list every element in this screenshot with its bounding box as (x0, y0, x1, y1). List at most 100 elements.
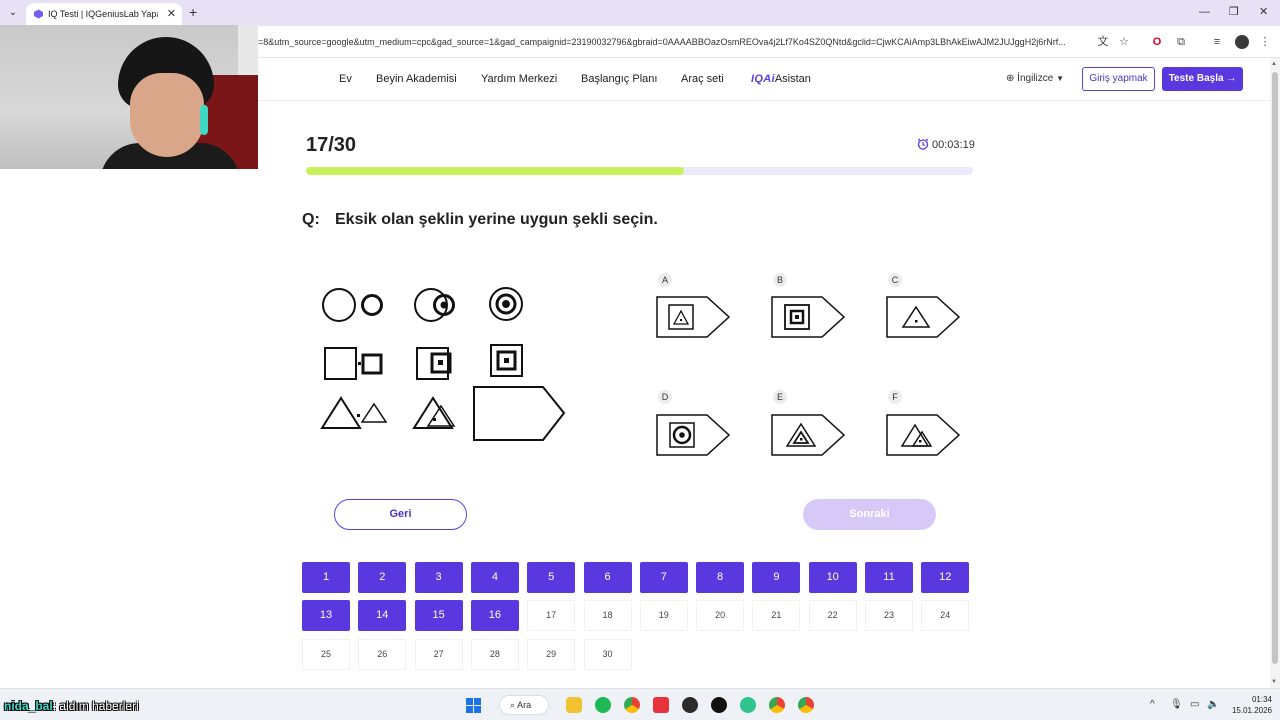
question-nav-13[interactable]: 13 (302, 600, 350, 631)
option-a[interactable] (655, 295, 731, 339)
chrome-icon[interactable] (624, 697, 640, 713)
question-nav-30[interactable]: 30 (583, 639, 632, 670)
refresh-app-icon[interactable] (740, 697, 756, 713)
display-icon[interactable]: ▭ (1190, 699, 1199, 711)
extensions-icon[interactable]: ⧉ (1174, 35, 1188, 49)
translate-icon[interactable]: 文 (1096, 35, 1110, 49)
taskbar-search[interactable]: ⌕ Ara (499, 695, 549, 715)
question-nav-4[interactable]: 4 (470, 562, 519, 593)
bookmark-star-icon[interactable]: ☆ (1117, 35, 1131, 49)
question-nav-2[interactable]: 2 (358, 562, 407, 593)
question-nav-1[interactable]: 1 (302, 562, 350, 593)
progress-bar (306, 167, 973, 175)
nav-start-plan[interactable]: Başlangıç Planı (581, 72, 657, 86)
scroll-up-icon[interactable]: ▲ (1271, 60, 1277, 68)
chat-username: nida_bal (4, 699, 53, 713)
question-nav-10[interactable]: 10 (808, 562, 857, 593)
back-button[interactable]: Geri (334, 499, 467, 530)
option-letter-d: D (658, 390, 672, 404)
alarm-clock-icon (917, 138, 929, 150)
question-nav-21[interactable]: 21 (752, 600, 801, 631)
question-nav-25[interactable]: 25 (302, 639, 350, 670)
puzzle-matrix (320, 287, 566, 441)
tab-title: IQ Testi | IQGeniusLab Yapay Ze (48, 9, 158, 19)
question-nav-7[interactable]: 7 (639, 562, 688, 593)
question-nav-9[interactable]: 9 (752, 562, 801, 593)
question-nav-20[interactable]: 20 (696, 600, 745, 631)
bolt-app-icon[interactable] (653, 697, 669, 713)
option-e[interactable] (770, 413, 846, 457)
question-nav-15[interactable]: 15 (414, 600, 463, 631)
next-button[interactable]: Sonraki (803, 499, 936, 530)
question-nav-3[interactable]: 3 (414, 562, 463, 593)
question-nav-28[interactable]: 28 (470, 639, 519, 670)
tab-close-icon[interactable]: ✕ (167, 7, 176, 21)
address-bar[interactable]: =8&utm_source=google&utm_medium=cpc&gad_… (258, 36, 1088, 48)
nav-iqai-assistant[interactable]: IQAiAsistan (751, 72, 811, 86)
question-text: Eksik olan şeklin yerine uygun şekli seç… (335, 211, 658, 228)
nav-brain-academy[interactable]: Beyin Akademisi (376, 72, 457, 86)
option-letter-b: B (773, 273, 787, 287)
question-counter: 17/30 (306, 134, 357, 156)
question-nav-26[interactable]: 26 (358, 639, 407, 670)
chrome-profile-3-icon[interactable] (798, 697, 814, 713)
login-button[interactable]: Giriş yapmak (1082, 67, 1155, 91)
question-nav-23[interactable]: 23 (865, 600, 913, 631)
file-explorer-icon[interactable] (566, 697, 582, 713)
tray-chevron-up-icon[interactable]: ^ (1150, 699, 1155, 711)
nav-home[interactable]: Ev (339, 72, 352, 86)
timer: 00:03:19 (917, 138, 975, 152)
app-g-icon[interactable] (711, 697, 727, 713)
profile-icon[interactable] (1235, 35, 1249, 49)
system-clock[interactable]: 01:34 15.01.2026 (1228, 694, 1272, 716)
question-nav-16[interactable]: 16 (470, 600, 519, 631)
chrome-profile-2-icon[interactable] (769, 697, 785, 713)
restore-icon[interactable]: ❐ (1229, 5, 1239, 19)
browser-tab-active[interactable]: IQ Testi | IQGeniusLab Yapay Ze ✕ (26, 3, 182, 26)
scrollbar-thumb[interactable] (1272, 72, 1278, 664)
matrix-cell-triangles-apart (320, 396, 388, 429)
steam-icon[interactable] (682, 697, 698, 713)
question-nav-12[interactable]: 12 (921, 562, 970, 593)
matrix-cell-squares-apart (324, 347, 383, 380)
option-b[interactable] (770, 295, 846, 339)
question-nav-17[interactable]: 17 (527, 600, 576, 631)
question-nav-11[interactable]: 11 (865, 562, 913, 593)
minimize-icon[interactable]: — (1199, 5, 1210, 19)
opera-icon[interactable]: O (1150, 35, 1164, 49)
page-scrollbar[interactable]: ▲ ▼ (1270, 58, 1280, 688)
iq-favicon-icon (34, 9, 43, 19)
microphone-icon[interactable]: 🎙 (1170, 699, 1183, 711)
question-nav-27[interactable]: 27 (414, 639, 463, 670)
menu-icon[interactable]: ⋮ (1258, 35, 1272, 49)
option-d[interactable] (655, 413, 731, 457)
question-nav-19[interactable]: 19 (639, 600, 688, 631)
media-icon[interactable]: ≡ (1210, 35, 1224, 49)
window-close-icon[interactable]: ✕ (1259, 5, 1268, 19)
nav-help-center[interactable]: Yardım Merkezi (481, 72, 557, 86)
option-c[interactable] (885, 295, 961, 339)
new-tab-button[interactable]: + (189, 4, 197, 20)
question-nav-24[interactable]: 24 (921, 600, 970, 631)
question-nav-18[interactable]: 18 (583, 600, 632, 631)
start-test-button[interactable]: Teste Başla → (1162, 67, 1243, 91)
timer-value: 00:03:19 (932, 139, 975, 151)
spotify-icon[interactable] (595, 697, 611, 713)
tab-search-chevron-icon[interactable]: ⌄ (4, 5, 22, 21)
scroll-down-icon[interactable]: ▼ (1271, 678, 1277, 686)
question-nav-29[interactable]: 29 (527, 639, 576, 670)
windows-start-icon[interactable] (466, 698, 481, 713)
question-nav-22[interactable]: 22 (808, 600, 857, 631)
clock-date: 15.01.2026 (1231, 706, 1272, 715)
question-nav-8[interactable]: 8 (696, 562, 745, 593)
question-nav-14[interactable]: 14 (358, 600, 407, 631)
language-select[interactable]: ⊕ İngilizce ▼ (1006, 72, 1064, 86)
option-f[interactable] (885, 413, 961, 457)
volume-icon[interactable]: 🔈 (1207, 699, 1219, 711)
question-nav-6[interactable]: 6 (583, 562, 632, 593)
option-letter-e: E (773, 390, 787, 404)
iqai-brand: IQAi (751, 73, 775, 85)
question-nav-5[interactable]: 5 (527, 562, 576, 593)
nav-toolkit[interactable]: Araç seti (681, 72, 724, 86)
nav-divider (258, 100, 1270, 101)
